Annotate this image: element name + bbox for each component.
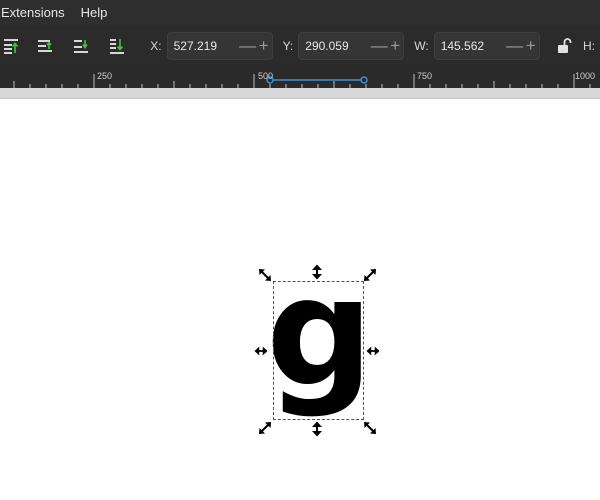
y-decrement-button[interactable]: — (371, 32, 388, 60)
menu-extensions[interactable]: Extensions (0, 0, 73, 26)
diagonal-arrow-icon (364, 269, 376, 281)
horizontal-arrow-icon (254, 346, 268, 356)
menu-bar: Extensions Help (0, 0, 600, 26)
vertical-arrow-icon (312, 264, 322, 280)
drawing-canvas[interactable]: g (0, 99, 600, 500)
scale-handle-top[interactable] (310, 264, 324, 280)
x-spinbox[interactable]: 527.219 — + (166, 32, 273, 60)
x-decrement-button[interactable]: — (239, 32, 256, 60)
lock-ratio-button[interactable] (556, 36, 573, 56)
ruler-label-1000: 1000 (575, 71, 596, 81)
lower-to-bottom-icon (109, 39, 124, 54)
diagonal-arrow-icon (259, 269, 271, 281)
selection-bounding-box (273, 281, 364, 420)
w-label: W: (414, 39, 429, 53)
ruler-label-500: 500 (258, 71, 274, 81)
y-input[interactable]: 290.059 (299, 39, 371, 53)
raise-button[interactable] (32, 33, 57, 59)
unlocked-icon (558, 38, 572, 53)
scale-handle-bottom-left[interactable] (258, 421, 272, 435)
ruler-label-250: 250 (97, 71, 113, 81)
raise-to-top-icon (3, 39, 18, 54)
raise-icon (37, 40, 52, 52)
x-increment-button[interactable]: + (256, 32, 272, 60)
scale-handle-top-left[interactable] (258, 268, 272, 282)
w-increment-button[interactable]: + (523, 32, 539, 60)
h-label: H: (582, 39, 595, 53)
w-decrement-button[interactable]: — (506, 32, 523, 60)
scale-handle-bottom-right[interactable] (363, 421, 377, 435)
ruler-label-750: 750 (417, 71, 433, 81)
vertical-arrow-icon (312, 421, 322, 437)
diagonal-arrow-icon (259, 422, 271, 434)
raise-to-top-button[interactable] (0, 33, 21, 59)
x-input[interactable]: 527.219 (168, 39, 240, 53)
horizontal-ruler[interactable]: 250 500 750 1000 (0, 66, 600, 88)
scale-handle-right[interactable] (366, 344, 380, 358)
scale-handle-bottom[interactable] (310, 421, 324, 437)
lower-to-bottom-button[interactable] (104, 33, 129, 59)
ruler-divider (0, 88, 600, 99)
y-spinbox[interactable]: 290.059 — + (298, 32, 405, 60)
x-label: X: (150, 39, 162, 53)
lower-button[interactable] (68, 33, 93, 59)
w-input[interactable]: 145.562 (435, 39, 507, 53)
ruler-selection-endpoint (360, 76, 368, 84)
ruler-ticks (13, 74, 591, 88)
scale-handle-left[interactable] (254, 344, 268, 358)
y-increment-button[interactable]: + (387, 32, 403, 60)
lower-icon (73, 40, 88, 53)
horizontal-arrow-icon (366, 346, 380, 356)
w-spinbox[interactable]: 145.562 — + (433, 32, 540, 60)
tool-controls-bar: X: 527.219 — + Y: 290.059 — + W: 145.562… (0, 26, 600, 66)
scale-handle-top-right[interactable] (363, 268, 377, 282)
y-label: Y: (282, 39, 294, 53)
diagonal-arrow-icon (364, 422, 376, 434)
menu-help[interactable]: Help (73, 0, 116, 26)
